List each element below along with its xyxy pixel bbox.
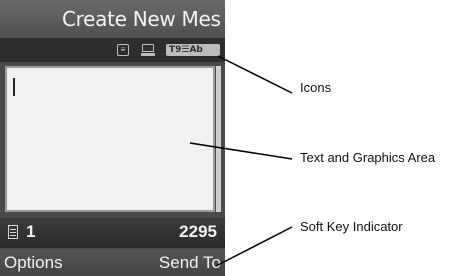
soft-key-bar: Options Send To — [0, 250, 225, 276]
page-number: 1 — [26, 222, 36, 241]
message-status-bar: 1 2295 — [0, 218, 225, 248]
title-bar: Create New Mes — [0, 0, 225, 38]
page-icon — [8, 225, 18, 239]
indicator-bar: ≡ T9☰Ab — [0, 38, 225, 62]
softkey-callout-line — [215, 226, 293, 267]
text-entry-area[interactable] — [5, 66, 215, 212]
phone-screen: Create New Mes ≡ T9☰Ab 1 2295 Options Se… — [0, 0, 225, 276]
t9-mode-icon: T9☰Ab — [166, 44, 220, 56]
message-icon: ≡ — [117, 44, 129, 56]
softkey-callout-label: Soft Key Indicator — [300, 219, 403, 234]
text-cursor — [13, 78, 15, 96]
send-to-softkey[interactable]: Send To — [159, 253, 221, 273]
icons-callout-label: Icons — [300, 80, 332, 95]
text-area-callout-label: Text and Graphics Area — [300, 150, 436, 165]
memory-icon — [141, 44, 155, 56]
options-softkey[interactable]: Options — [4, 253, 63, 273]
character-count: 2295 — [179, 222, 217, 241]
icons-callout-line — [217, 55, 293, 94]
scrollbar[interactable] — [216, 66, 221, 212]
screen-title: Create New Mes — [62, 7, 221, 31]
